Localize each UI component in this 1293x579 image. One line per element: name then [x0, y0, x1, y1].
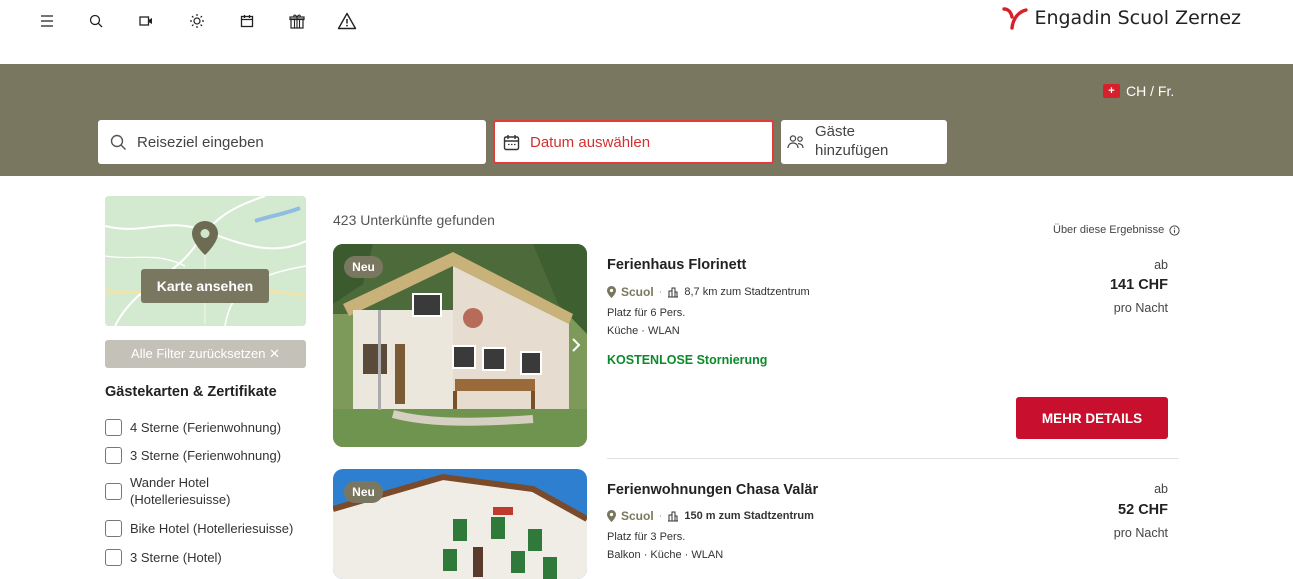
filter-label: 4 Sterne (Ferienwohnung)	[130, 420, 282, 435]
listing-price: 141 CHF	[1109, 277, 1168, 293]
new-badge: Neu	[344, 256, 383, 278]
map-thumbnail	[105, 196, 306, 326]
date-label: Datum auswählen	[530, 133, 651, 151]
brand-mark-icon	[1002, 7, 1029, 30]
listing-title[interactable]: Ferienhaus Florinett	[607, 257, 746, 273]
free-cancellation-label: KOSTENLOSE Stornierung	[607, 353, 768, 367]
listing-distance: 8,7 km zum Stadtzentrum	[684, 286, 810, 298]
filter-label: Wander Hotel (Hotelleriesuisse)	[130, 475, 230, 509]
gift-icon[interactable]	[286, 10, 308, 32]
info-icon	[1169, 224, 1180, 236]
chevron-right-icon[interactable]	[571, 338, 581, 352]
checkbox[interactable]	[105, 483, 122, 501]
price-prefix: ab	[1154, 482, 1168, 496]
about-results-label: Über diese Ergebnisse	[1053, 224, 1165, 236]
reset-filters-button[interactable]: Alle Filter zurücksetzen ✕	[105, 340, 306, 368]
filter-checkbox-item[interactable]: Wander Hotel (Hotelleriesuisse)	[105, 475, 230, 509]
filter-group-title: Gästekarten & Zertifikate	[105, 384, 277, 400]
about-results-link[interactable]: Über diese Ergebnisse	[1053, 224, 1180, 236]
date-picker-field[interactable]: Datum auswählen	[493, 120, 774, 164]
view-map-button[interactable]: Karte ansehen	[141, 269, 269, 303]
brand-logo[interactable]: Engadin Scuol Zernez	[1002, 6, 1241, 30]
guests-label: Gäste hinzufügen	[815, 123, 888, 161]
results-count: 423 Unterkünfte gefunden	[333, 212, 495, 228]
guests-label-line1: Gäste	[815, 123, 856, 141]
separator-dot: ·	[658, 286, 663, 298]
brand-name: Engadin Scuol Zernez	[1034, 7, 1241, 29]
filter-label: Bike Hotel (Hotelleriesuisse)	[130, 521, 294, 536]
filter-checkbox-item[interactable]: 3 Sterne (Ferienwohnung)	[105, 447, 281, 464]
top-navigation-bar: Engadin Scuol Zernez	[0, 0, 1293, 64]
filter-checkbox-item[interactable]: 3 Sterne (Hotel)	[105, 549, 222, 566]
filter-label-line1: Wander Hotel	[130, 475, 209, 490]
sun-icon[interactable]	[186, 10, 208, 32]
filter-label-line2: (Hotelleriesuisse)	[130, 491, 231, 507]
video-icon[interactable]	[135, 10, 157, 32]
warning-icon[interactable]	[335, 10, 359, 32]
location-pin-icon	[607, 510, 616, 522]
filter-label: 3 Sterne (Hotel)	[130, 550, 222, 565]
listing-location: Scuol · 150 m zum Stadtzentrum	[607, 509, 814, 523]
guests-label-line2: hinzufügen	[815, 142, 889, 159]
guests-icon	[787, 135, 804, 149]
checkbox[interactable]	[105, 419, 122, 436]
checkbox[interactable]	[105, 520, 122, 537]
checkbox[interactable]	[105, 549, 122, 566]
location-pin-icon	[607, 286, 616, 298]
listing-price: 52 CHF	[1118, 502, 1168, 518]
guests-field[interactable]: Gäste hinzufügen	[781, 120, 947, 164]
locale-label: CH / Fr.	[1126, 83, 1175, 99]
price-prefix: ab	[1154, 258, 1168, 272]
price-unit: pro Nacht	[1113, 526, 1168, 540]
listing-city: Scuol	[621, 285, 654, 299]
search-icon[interactable]	[85, 10, 107, 32]
locale-switcher[interactable]: + CH / Fr.	[1103, 83, 1174, 99]
checkbox[interactable]	[105, 447, 122, 464]
listing-divider	[607, 458, 1179, 459]
map-preview[interactable]: Karte ansehen	[105, 196, 306, 326]
city-center-icon	[668, 511, 679, 522]
destination-placeholder: Reiseziel eingeben	[137, 133, 264, 151]
listing-city: Scuol	[621, 509, 654, 523]
listing-image[interactable]: Neu	[333, 244, 587, 447]
more-details-button[interactable]: MEHR DETAILS	[1016, 397, 1168, 439]
listing-location: Scuol · 8,7 km zum Stadtzentrum	[607, 285, 810, 299]
filter-label: 3 Sterne (Ferienwohnung)	[130, 448, 282, 463]
calendar-icon	[503, 134, 520, 150]
listing-image[interactable]: Neu	[333, 469, 587, 579]
city-center-icon	[668, 287, 679, 298]
calendar-icon[interactable]	[236, 10, 258, 32]
price-unit: pro Nacht	[1113, 301, 1168, 315]
listing-distance: 150 m zum Stadtzentrum	[684, 510, 814, 522]
listing-amenities: Balkon · Küche · WLAN	[607, 549, 724, 561]
menu-icon[interactable]	[36, 10, 58, 32]
filter-checkbox-item[interactable]: 4 Sterne (Ferienwohnung)	[105, 419, 281, 436]
filter-checkbox-item[interactable]: Bike Hotel (Hotelleriesuisse)	[105, 520, 293, 537]
swiss-flag-icon: +	[1103, 84, 1120, 98]
listing-amenities: Küche · WLAN	[607, 325, 680, 337]
listing-capacity: Platz für 6 Pers.	[607, 307, 686, 319]
new-badge: Neu	[344, 481, 383, 503]
listing-title[interactable]: Ferienwohnungen Chasa Valär	[607, 482, 818, 498]
map-pin-icon	[192, 221, 218, 255]
listing-capacity: Platz für 3 Pers.	[607, 531, 686, 543]
destination-search-field[interactable]: Reiseziel eingeben	[98, 120, 486, 164]
search-icon	[110, 134, 126, 150]
separator-dot: ·	[658, 510, 663, 522]
